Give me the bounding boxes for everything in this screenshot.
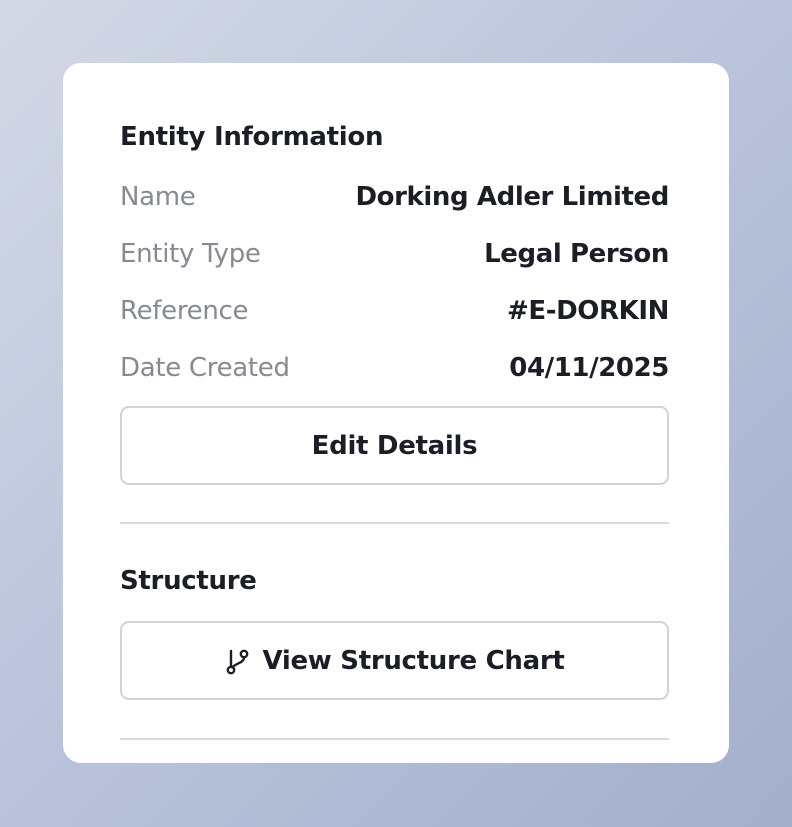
edit-details-button-label: Edit Details [311,430,478,461]
section-divider [120,738,669,740]
entity-details-card: Entity Information Name Dorking Adler Li… [63,63,729,763]
field-row-entity-type: Entity Type Legal Person [120,234,669,274]
field-label: Reference [120,296,249,326]
field-row-date-created: Date Created 04/11/2025 [120,348,669,388]
field-label: Name [120,182,196,212]
field-value: Dorking Adler Limited [355,182,669,212]
edit-details-button[interactable]: Edit Details [120,406,669,485]
field-row-reference: Reference #E-DORKIN [120,291,669,331]
git-branch-icon [224,647,250,675]
entity-information-heading: Entity Information [120,122,384,152]
view-structure-chart-button[interactable]: View Structure Chart [120,621,669,700]
field-row-name: Name Dorking Adler Limited [120,177,669,217]
section-divider [120,522,669,524]
field-value: #E-DORKIN [506,296,669,326]
field-label: Entity Type [120,239,261,269]
field-label: Date Created [120,353,290,383]
view-structure-chart-button-label: View Structure Chart [262,645,565,676]
structure-heading: Structure [120,566,257,596]
field-value: 04/11/2025 [509,353,669,383]
field-value: Legal Person [484,239,669,269]
